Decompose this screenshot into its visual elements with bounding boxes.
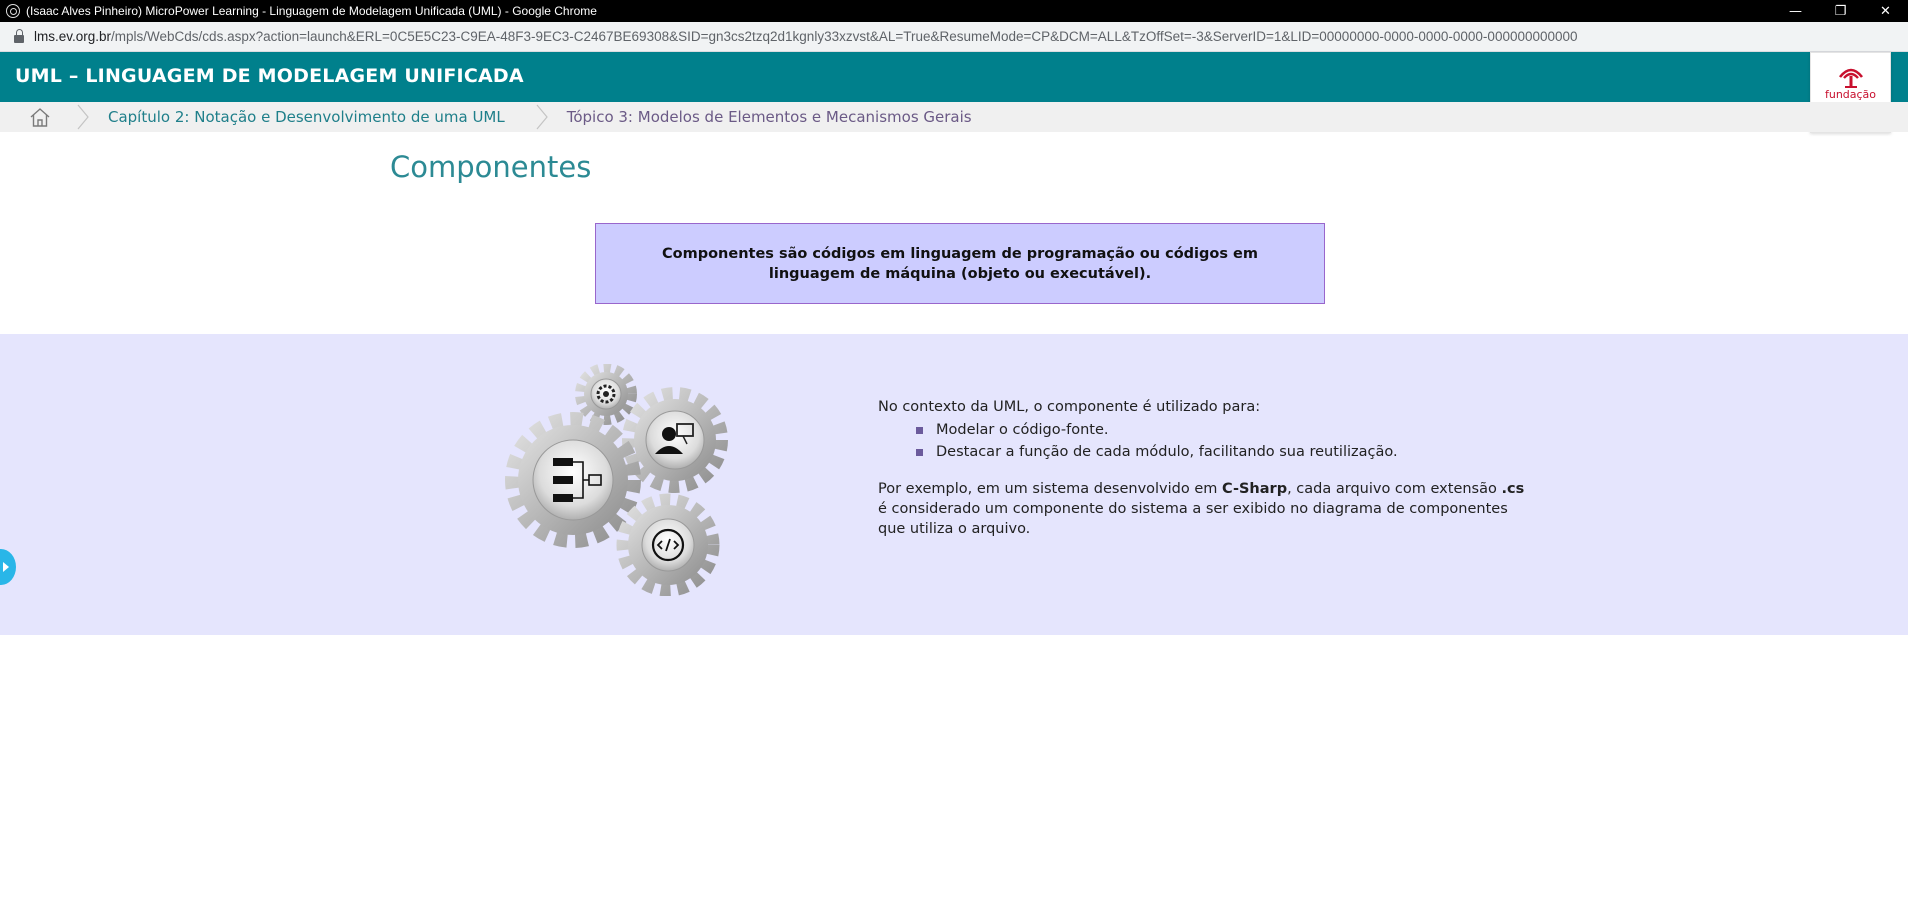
breadcrumb-separator-icon <box>536 104 548 130</box>
example-extension: .cs <box>1501 481 1525 497</box>
gears-illustration-icon <box>505 364 728 596</box>
usage-intro: No contexto da UML, o componente é utili… <box>878 399 1261 415</box>
definition-box: Componentes são códigos em linguagem de … <box>595 223 1325 304</box>
component-usage-text: No contexto da UML, o componente é utili… <box>878 397 1528 539</box>
home-icon[interactable] <box>28 106 52 128</box>
example-paragraph: Por exemplo, em um sistema desenvolvido … <box>878 479 1528 539</box>
window-titlebar: (Isaac Alves Pinheiro) MicroPower Learni… <box>0 0 1908 22</box>
minimize-button[interactable]: — <box>1773 0 1818 22</box>
app-header: UML – LINGUAGEM DE MODELAGEM UNIFICADA <box>0 52 1908 102</box>
breadcrumb-chapter[interactable]: Capítulo 2: Notação e Desenvolvimento de… <box>108 108 505 126</box>
window-title: (Isaac Alves Pinheiro) MicroPower Learni… <box>26 4 597 18</box>
restore-button[interactable]: ❐ <box>1818 0 1863 22</box>
breadcrumb-separator-icon <box>77 104 89 130</box>
course-title: UML – LINGUAGEM DE MODELAGEM UNIFICADA <box>15 65 524 87</box>
example-text: , cada arquivo com extensão <box>1287 481 1502 497</box>
definition-text: Componentes são códigos em linguagem de … <box>662 245 1258 282</box>
usage-list: Modelar o código-fonte. Destacar a funçã… <box>916 419 1528 463</box>
example-text: Por exemplo, em um sistema desenvolvido … <box>878 481 1222 497</box>
lock-icon[interactable] <box>14 28 24 43</box>
address-bar[interactable]: lms.ev.org.br /mpls/WebCds/cds.aspx?acti… <box>0 22 1908 52</box>
url-path: /mpls/WebCds/cds.aspx?action=launch&ERL=… <box>111 29 1578 44</box>
example-text: é considerado um componente do sistema a… <box>878 501 1508 537</box>
window-controls: — ❐ ✕ <box>1773 0 1908 22</box>
chevron-right-icon <box>3 562 9 572</box>
example-language: C-Sharp <box>1222 481 1288 497</box>
breadcrumb-topic[interactable]: Tópico 3: Modelos de Elementos e Mecanis… <box>567 108 972 126</box>
list-item: Modelar o código-fonte. <box>916 419 1528 441</box>
close-button[interactable]: ✕ <box>1863 0 1908 22</box>
url-host: lms.ev.org.br <box>34 29 112 44</box>
bradesco-tree-icon <box>1838 68 1863 88</box>
page-title: Componentes <box>390 150 592 184</box>
chrome-icon <box>6 4 20 18</box>
list-item: Destacar a função de cada módulo, facili… <box>916 441 1528 463</box>
breadcrumb: Capítulo 2: Notação e Desenvolvimento de… <box>0 102 1908 132</box>
